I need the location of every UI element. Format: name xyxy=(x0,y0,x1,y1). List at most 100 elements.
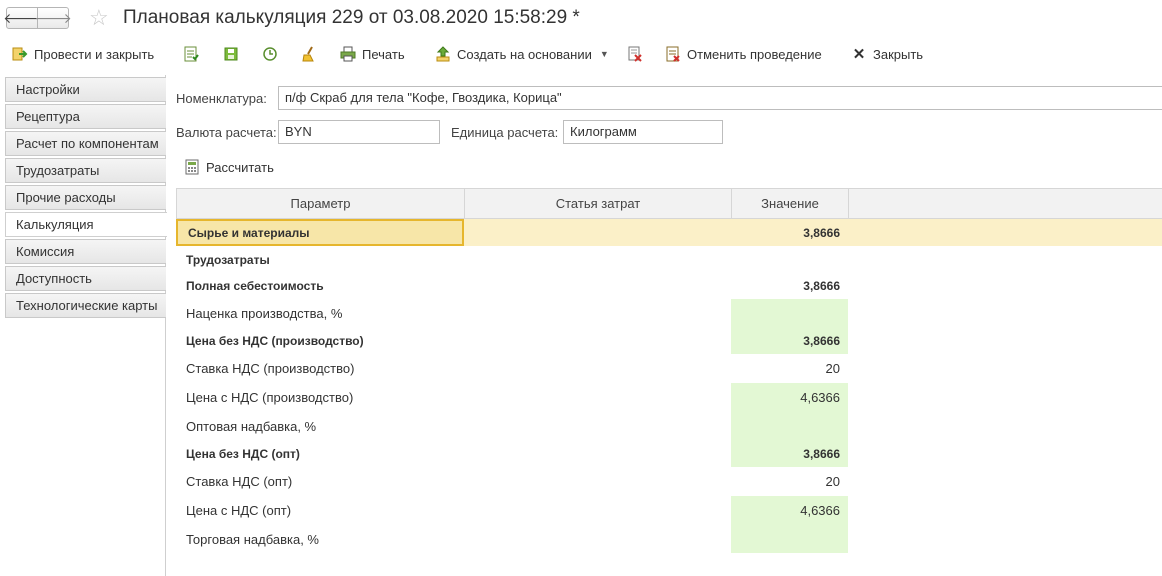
cost-item-cell[interactable] xyxy=(464,273,731,299)
sidebar-item-tech-cards[interactable]: Технологические карты xyxy=(5,293,166,318)
post-and-close-icon xyxy=(12,46,28,62)
value-cell[interactable]: 20 xyxy=(731,467,848,496)
post-document-icon xyxy=(183,46,199,62)
value-cell-editable[interactable]: 4,6366 xyxy=(731,383,848,412)
param-cell[interactable]: Цена без НДС (опт) xyxy=(176,440,464,467)
value-cell-editable[interactable] xyxy=(731,412,848,440)
cost-item-cell[interactable] xyxy=(464,467,731,496)
param-cell[interactable]: Трудозатраты xyxy=(176,246,464,273)
close-button[interactable]: ✕ Закрыть xyxy=(851,44,923,64)
cancel-posting-icon xyxy=(665,46,681,62)
column-header-value[interactable]: Значение xyxy=(732,189,849,218)
create-based-on-button[interactable]: Создать на основании ▼ xyxy=(435,44,609,64)
param-cell[interactable]: Сырье и материалы xyxy=(176,219,464,246)
param-cell[interactable]: Цена без НДС (производство) xyxy=(176,327,464,354)
sidebar-item-availability[interactable]: Доступность xyxy=(5,266,166,291)
create-based-on-label: Создать на основании xyxy=(457,46,592,62)
calculate-label: Рассчитать xyxy=(206,159,274,175)
table-row[interactable]: Наценка производства, % xyxy=(176,299,1162,327)
param-cell[interactable]: Торговая надбавка, % xyxy=(176,525,464,553)
cancel-posting-label: Отменить проведение xyxy=(687,46,822,62)
cost-item-cell[interactable] xyxy=(464,383,731,412)
sidebar-item-other-expenses[interactable]: Прочие расходы xyxy=(5,185,166,210)
table-row[interactable]: Цена с НДС (производство) 4,6366 xyxy=(176,383,1162,412)
unit-label: Единица расчета: xyxy=(451,125,559,140)
nomenclature-label: Номенклатура: xyxy=(176,91,267,106)
cost-item-cell[interactable] xyxy=(464,219,731,246)
cost-item-cell[interactable] xyxy=(464,354,731,383)
print-label: Печать xyxy=(362,46,405,62)
table-row[interactable]: Полная себестоимость 3,8666 xyxy=(176,273,1162,299)
value-cell-editable[interactable] xyxy=(731,299,848,327)
nomenclature-field[interactable]: п/ф Скраб для тела "Кофе, Гвоздика, Кори… xyxy=(278,86,1162,110)
column-header-cost-item[interactable]: Статья затрат xyxy=(465,189,732,218)
post-button[interactable] xyxy=(183,44,205,64)
cost-item-cell[interactable] xyxy=(464,246,731,273)
sidebar-item-calculation[interactable]: Калькуляция xyxy=(5,212,167,237)
cost-item-cell[interactable] xyxy=(464,440,731,467)
cost-item-cell[interactable] xyxy=(464,299,731,327)
clear-button[interactable] xyxy=(301,44,323,64)
param-cell[interactable]: Полная себестоимость xyxy=(176,273,464,299)
calculate-button[interactable]: Рассчитать xyxy=(184,157,274,177)
save-button[interactable] xyxy=(223,44,245,64)
clock-icon xyxy=(262,46,278,62)
param-cell[interactable]: Цена с НДС (опт) xyxy=(176,496,464,525)
table-row[interactable]: Сырье и материалы 3,8666 xyxy=(176,219,1162,246)
param-cell[interactable]: Оптовая надбавка, % xyxy=(176,412,464,440)
printer-icon xyxy=(340,46,356,62)
currency-label: Валюта расчета: xyxy=(176,125,277,140)
delete-mark-button[interactable] xyxy=(627,44,649,64)
value-cell[interactable]: 3,8666 xyxy=(731,273,848,299)
cost-item-cell[interactable] xyxy=(464,327,731,354)
value-cell[interactable]: 3,8666 xyxy=(731,219,848,246)
param-cell[interactable]: Цена с НДС (производство) xyxy=(176,383,464,412)
cost-item-cell[interactable] xyxy=(464,525,731,553)
column-header-param[interactable]: Параметр xyxy=(177,189,465,218)
table-row[interactable]: Цена с НДС (опт) 4,6366 xyxy=(176,496,1162,525)
table-row[interactable]: Цена без НДС (опт) 3,8666 xyxy=(176,440,1162,467)
sidebar-item-labor[interactable]: Трудозатраты xyxy=(5,158,166,183)
broom-icon xyxy=(301,46,317,62)
table-row[interactable]: Трудозатраты xyxy=(176,246,1162,273)
value-cell[interactable]: 20 xyxy=(731,354,848,383)
unit-field[interactable]: Килограмм xyxy=(563,120,723,144)
value-cell[interactable] xyxy=(731,246,848,273)
close-label: Закрыть xyxy=(873,46,924,62)
post-and-close-button[interactable]: Провести и закрыть xyxy=(12,44,154,64)
calculator-icon xyxy=(184,159,200,175)
table-row[interactable]: Торговая надбавка, % xyxy=(176,525,1162,553)
cost-item-cell[interactable] xyxy=(464,496,731,525)
create-based-on-icon xyxy=(435,46,451,62)
sidebar-item-recipe[interactable]: Рецептура xyxy=(5,104,166,129)
print-button[interactable]: Печать xyxy=(340,44,405,64)
favorite-star-icon[interactable]: ☆ xyxy=(89,6,109,30)
value-cell-editable[interactable]: 3,8666 xyxy=(731,327,848,354)
back-button[interactable]: 🡐 xyxy=(3,7,41,29)
arrow-right-icon: 🡒 xyxy=(34,9,72,26)
currency-field[interactable]: BYN xyxy=(278,120,440,144)
cancel-posting-button[interactable]: Отменить проведение xyxy=(665,44,822,64)
table-row[interactable]: Оптовая надбавка, % xyxy=(176,412,1162,440)
forward-button[interactable]: 🡒 xyxy=(34,7,72,29)
value-cell-editable[interactable]: 4,6366 xyxy=(731,496,848,525)
sidebar-item-commission[interactable]: Комиссия xyxy=(5,239,166,264)
history-button[interactable] xyxy=(262,44,284,64)
sidebar-item-components[interactable]: Расчет по компонентам xyxy=(5,131,166,156)
close-icon: ✕ xyxy=(852,46,866,63)
table-row[interactable]: Ставка НДС (производство) 20 xyxy=(176,354,1162,383)
post-and-close-label: Провести и закрыть xyxy=(34,46,155,62)
value-cell-editable[interactable]: 3,8666 xyxy=(731,440,848,467)
sidebar-item-settings[interactable]: Настройки xyxy=(5,77,166,102)
param-cell[interactable]: Ставка НДС (производство) xyxy=(176,354,464,383)
param-cell[interactable]: Ставка НДС (опт) xyxy=(176,467,464,496)
sidebar: Настройки Рецептура Расчет по компонента… xyxy=(0,75,167,576)
delete-mark-icon xyxy=(627,46,643,62)
table-row[interactable]: Ставка НДС (опт) 20 xyxy=(176,467,1162,496)
value-cell-editable[interactable] xyxy=(731,525,848,553)
save-icon xyxy=(223,46,239,62)
table-row[interactable]: Цена без НДС (производство) 3,8666 xyxy=(176,327,1162,354)
param-cell[interactable]: Наценка производства, % xyxy=(176,299,464,327)
cost-item-cell[interactable] xyxy=(464,412,731,440)
chevron-down-icon: ▼ xyxy=(599,49,609,59)
